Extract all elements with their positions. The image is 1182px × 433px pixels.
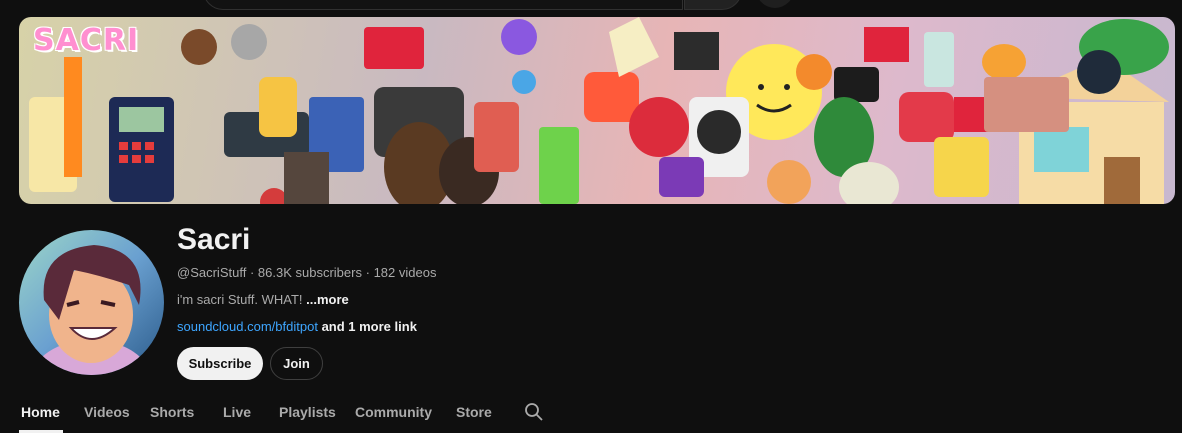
search-icon[interactable] <box>524 402 544 422</box>
avatar-image <box>19 230 164 375</box>
tab-playlists[interactable]: Playlists <box>279 404 336 420</box>
banner-artwork <box>29 17 1169 204</box>
description-text: i'm sacri Stuff. WHAT! <box>177 292 303 307</box>
channel-meta: @SacriStuff · 86.3K subscribers · 182 vi… <box>177 265 436 281</box>
tab-community[interactable]: Community <box>355 404 432 420</box>
meta-separator: · <box>365 265 370 280</box>
soundcloud-link[interactable]: soundcloud.com/bfditpot <box>177 319 318 334</box>
avatar[interactable] <box>19 230 164 375</box>
channel-description[interactable]: i'm sacri Stuff. WHAT! ...more <box>177 292 349 308</box>
subscriber-count: 86.3K subscribers <box>257 265 362 280</box>
channel-tabs: Home Videos Shorts Live Playlists Commun… <box>0 395 1182 433</box>
channel-handle: @SacriStuff <box>177 265 247 280</box>
banner-logo: SACRI <box>33 23 140 58</box>
more-links-button[interactable]: and 1 more link <box>322 319 417 334</box>
tab-store[interactable]: Store <box>456 404 492 420</box>
tab-shorts[interactable]: Shorts <box>150 404 194 420</box>
meta-separator: · <box>249 265 255 280</box>
subscribe-button[interactable]: Subscribe <box>177 347 263 380</box>
channel-links: soundcloud.com/bfditpot and 1 more link <box>177 319 417 335</box>
more-link[interactable]: ...more <box>306 292 349 307</box>
voice-search-button[interactable] <box>756 0 794 8</box>
tab-live[interactable]: Live <box>223 404 251 420</box>
search-button[interactable] <box>684 0 742 10</box>
channel-banner: SACRI <box>19 17 1175 204</box>
channel-name: Sacri <box>177 223 251 256</box>
search-input[interactable] <box>203 0 683 10</box>
tab-videos[interactable]: Videos <box>84 404 130 420</box>
join-button[interactable]: Join <box>270 347 323 380</box>
tab-home[interactable]: Home <box>21 404 60 420</box>
video-count: 182 videos <box>373 265 437 280</box>
